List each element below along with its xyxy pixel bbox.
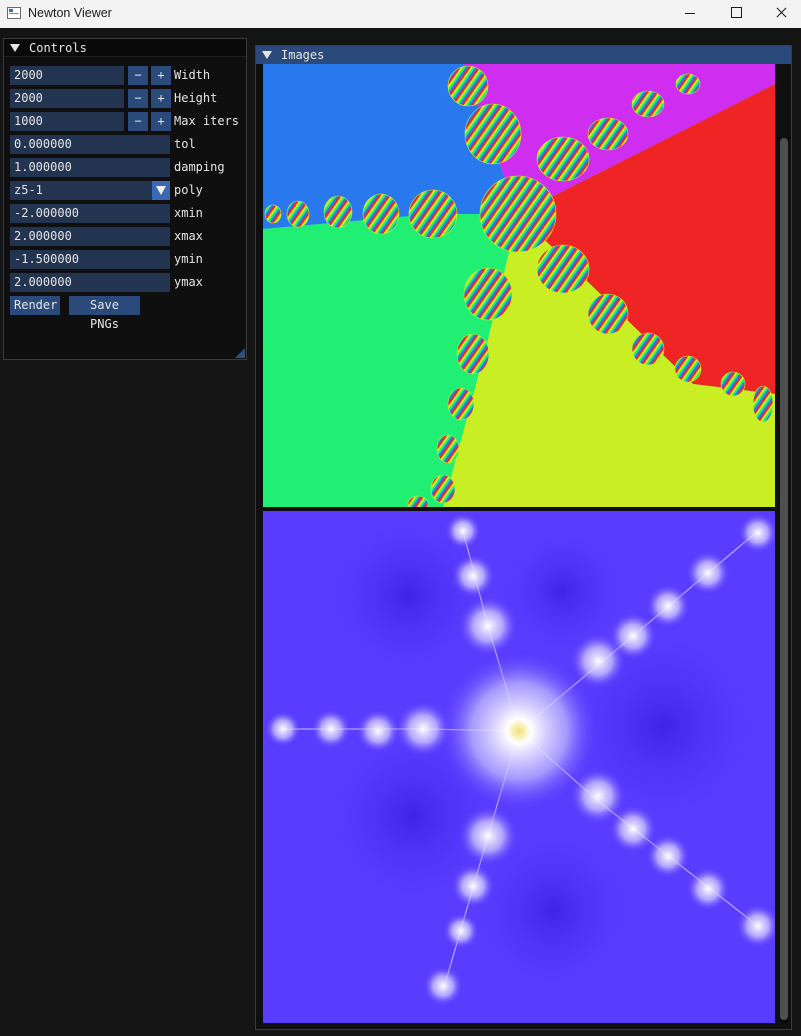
- ymin-input[interactable]: -1.500000: [10, 250, 170, 269]
- width-input[interactable]: 2000: [10, 66, 124, 85]
- width-increment-button[interactable]: +: [151, 66, 171, 85]
- xmax-label: xmax: [174, 229, 203, 243]
- damping-input[interactable]: 1.000000: [10, 158, 170, 177]
- max-iters-increment-button[interactable]: +: [151, 112, 171, 131]
- controls-title-bar[interactable]: Controls: [4, 39, 246, 57]
- maximize-icon[interactable]: [713, 0, 759, 28]
- collapse-triangle-icon[interactable]: [10, 43, 20, 52]
- height-label: Height: [174, 91, 218, 105]
- window-title: Newton Viewer: [28, 6, 112, 20]
- images-title: Images: [281, 48, 325, 62]
- max-iters-decrement-button[interactable]: −: [128, 112, 148, 131]
- combo-arrow-icon[interactable]: [152, 181, 170, 200]
- damping-label: damping: [174, 160, 225, 174]
- resize-grip-icon[interactable]: [235, 348, 245, 358]
- title-bar: Newton Viewer: [0, 0, 801, 28]
- controls-window: Controls 2000 − + Width 2000 − + Height …: [3, 38, 247, 360]
- vertical-scrollbar[interactable]: [780, 138, 788, 1024]
- max-iters-label: Max iters: [174, 114, 240, 128]
- tol-label: tol: [174, 137, 196, 151]
- ymax-input[interactable]: 2.000000: [10, 273, 170, 292]
- close-icon[interactable]: [758, 0, 801, 28]
- images-window: Images: [255, 45, 792, 1030]
- ymax-label: ymax: [174, 275, 203, 289]
- xmin-label: xmin: [174, 206, 203, 220]
- xmax-input[interactable]: 2.000000: [10, 227, 170, 246]
- ymin-label: ymin: [174, 252, 203, 266]
- minimize-icon[interactable]: [667, 0, 713, 28]
- max-iters-input[interactable]: 1000: [10, 112, 124, 131]
- render-button[interactable]: Render: [10, 296, 60, 315]
- xmin-input[interactable]: -2.000000: [10, 204, 170, 223]
- save-pngs-button[interactable]: Save PNGs: [69, 296, 140, 331]
- poly-combo[interactable]: z5-1: [10, 181, 170, 200]
- tol-input[interactable]: 0.000000: [10, 135, 170, 154]
- basin-image: [263, 64, 775, 507]
- height-increment-button[interactable]: +: [151, 89, 171, 108]
- controls-title: Controls: [29, 41, 87, 55]
- iteration-image: [263, 511, 775, 1023]
- poly-label: poly: [174, 183, 203, 197]
- app-window-icon: [7, 7, 21, 19]
- collapse-triangle-icon[interactable]: [262, 50, 272, 59]
- height-input[interactable]: 2000: [10, 89, 124, 108]
- width-label: Width: [174, 68, 211, 82]
- height-decrement-button[interactable]: −: [128, 89, 148, 108]
- images-title-bar[interactable]: Images: [256, 46, 791, 64]
- width-decrement-button[interactable]: −: [128, 66, 148, 85]
- scrollbar-thumb[interactable]: [780, 138, 788, 1020]
